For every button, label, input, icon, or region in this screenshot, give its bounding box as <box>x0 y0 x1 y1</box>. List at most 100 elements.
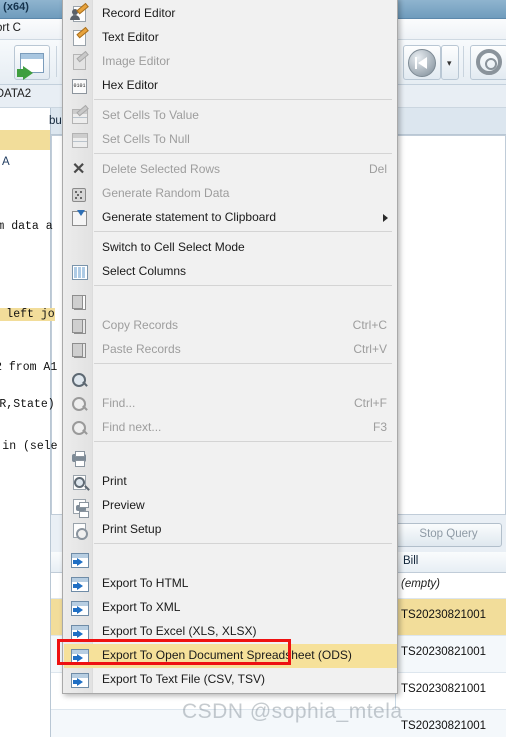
export-ods-icon <box>71 624 89 640</box>
toolbar-settings-button[interactable] <box>470 45 506 80</box>
menu-separator <box>94 363 392 364</box>
grid-export-icon <box>17 53 44 80</box>
export-xml-icon <box>71 576 89 592</box>
stop-query-button[interactable]: Stop Query <box>395 523 502 547</box>
page-setup-icon <box>71 522 88 540</box>
menu-item-export-to-excel[interactable]: Export To XML <box>64 596 397 620</box>
menu-item-print[interactable] <box>64 446 397 470</box>
cell-bill: TS20230821001 <box>401 720 487 732</box>
set-cells-null-icon <box>71 132 88 148</box>
cell-bill: TS20230821001 <box>401 683 487 695</box>
record-editor-icon <box>70 2 89 22</box>
sql-line-3: 段a1,a2 from A1 <box>0 361 58 374</box>
menu-item-select-columns[interactable]: Select Columns <box>64 260 397 284</box>
results-column-bill[interactable]: Bill <box>403 555 418 567</box>
delete-rows-icon: ✕ <box>72 161 86 178</box>
annotation-highlight-box <box>57 639 291 665</box>
menu-separator <box>94 543 392 544</box>
menu-item-label: Text Editor <box>102 30 159 44</box>
text-editor-icon <box>71 26 89 46</box>
menu-item-label: Export To Excel (XLS, XLSX) <box>102 624 257 638</box>
export-sql-icon <box>71 672 89 688</box>
menu-item-find[interactable] <box>64 368 397 392</box>
submenu-arrow-icon <box>383 214 388 222</box>
menu-separator <box>94 99 392 100</box>
menu-item-label: Generate Random Data <box>102 186 230 200</box>
menu-item-print-setup[interactable]: Preview <box>64 494 397 518</box>
preview-icon <box>71 474 88 490</box>
toolbar-export-button[interactable] <box>14 45 50 80</box>
sql-line-5: ) not in (sele <box>2 440 58 453</box>
menu-item-find-previous: Find next... F3 <box>64 416 397 440</box>
find-previous-icon <box>71 420 88 436</box>
menu-item-label: Find next... <box>102 420 162 434</box>
paste-records-icon <box>71 318 88 334</box>
select-columns-icon <box>71 264 88 280</box>
navigate-first-icon <box>408 49 436 77</box>
menu-item-label: Set Cells To Null <box>102 132 190 146</box>
table-name-label: ble: DATA2 <box>0 88 32 100</box>
menu-item-text-editor[interactable]: Text Editor <box>64 26 397 50</box>
menu-item-find-next: Find... Ctrl+F <box>64 392 397 416</box>
menu-item-label: Print <box>102 474 127 488</box>
menu-item-label: Record Editor <box>102 6 176 20</box>
menu-item-set-cells-to-value: Set Cells To Value <box>64 104 397 128</box>
menu-item-label: Switch to Cell Select Mode <box>102 240 245 254</box>
image-editor-icon <box>71 50 89 70</box>
menu-item-image-editor: Image Editor <box>64 50 397 74</box>
menu-item-generate-statement-to-clipboard[interactable]: Generate statement to Clipboard <box>64 206 397 230</box>
menu-item-label: Export To Text File (CSV, TSV) <box>102 672 265 686</box>
menu-item-accelerator: Ctrl+F <box>354 396 387 410</box>
menu-separator <box>94 153 392 154</box>
menu-item-accelerator: Ctrl+C <box>352 318 387 332</box>
toolbar-separator <box>56 46 57 77</box>
left-panel-row-label: A <box>2 156 10 168</box>
menu-item-record-editor[interactable]: Record Editor <box>64 2 397 26</box>
menu-item-generate-random-data: Generate Random Data <box>64 182 397 206</box>
context-menu[interactable]: Record Editor Text Editor Image Editor 0… <box>62 0 398 694</box>
menu-item-hex-editor[interactable]: 0101 Hex Editor <box>64 74 397 98</box>
clipboard-icon <box>71 210 88 226</box>
menu-item-delete-selected-rows: ✕ Delete Selected Rows Del <box>64 158 397 182</box>
menu-item-export-to-sql[interactable]: Export To Text File (CSV, TSV) <box>64 668 397 692</box>
menu-item-copy-records[interactable] <box>64 290 397 314</box>
menu-item-clone-record: Paste Records Ctrl+V <box>64 338 397 362</box>
cell-bill: (empty) <box>401 578 440 590</box>
menu-item-export-to-xml[interactable]: Export To HTML <box>64 572 397 596</box>
menu-separator <box>94 231 392 232</box>
menu-separator <box>94 285 392 286</box>
menu-item-label: Paste Records <box>102 342 181 356</box>
export-excel-icon <box>71 600 89 616</box>
menu-item-export-to-html[interactable] <box>64 548 397 572</box>
menu-item-accelerator: Ctrl+V <box>353 342 387 356</box>
menu-item-label: Generate statement to Clipboard <box>102 210 277 224</box>
menu-item-paste-records: Copy Records Ctrl+C <box>64 314 397 338</box>
menu-item-switch-to-cell-select-mode[interactable]: Switch to Cell Select Mode <box>64 236 397 260</box>
random-data-icon <box>71 186 88 202</box>
cell-bill: TS20230821001 <box>401 609 487 621</box>
set-cells-value-icon <box>71 104 89 124</box>
menu-item-accelerator: Del <box>368 162 387 176</box>
menu-item-label: Print Setup <box>102 522 162 536</box>
chevron-down-icon: ▾ <box>447 58 452 68</box>
copy-records-icon <box>71 294 88 310</box>
menu-item-label: Delete Selected Rows <box>102 162 221 176</box>
menu-bar-items[interactable]: rt/Export C <box>0 22 21 34</box>
menu-item-page-setup[interactable]: Print Setup <box>64 518 397 542</box>
sql-line-1: a.*from data a <box>0 220 53 233</box>
menu-item-label: Export To HTML <box>102 576 189 590</box>
hex-editor-icon: 0101 <box>71 78 88 94</box>
menu-item-label: Select Columns <box>102 264 187 278</box>
menu-item-label: Copy Records <box>102 318 179 332</box>
watermark-text: CSDN @sophia_mtela <box>182 700 403 723</box>
cell-bill: TS20230821001 <box>401 646 487 658</box>
left-tree-panel[interactable]: A <box>0 108 51 737</box>
toolbar-dropdown-button[interactable]: ▾ <box>441 45 459 80</box>
menu-item-preview[interactable]: Print <box>64 470 397 494</box>
menu-item-label: Export To XML <box>102 600 181 614</box>
menu-item-label: Image Editor <box>102 54 171 68</box>
menu-item-accelerator: F3 <box>372 420 387 434</box>
toolbar-first-record-button[interactable] <box>403 45 441 80</box>
print-icon <box>71 450 88 467</box>
sql-line-4: ,UII,QR,State) <box>0 398 55 411</box>
